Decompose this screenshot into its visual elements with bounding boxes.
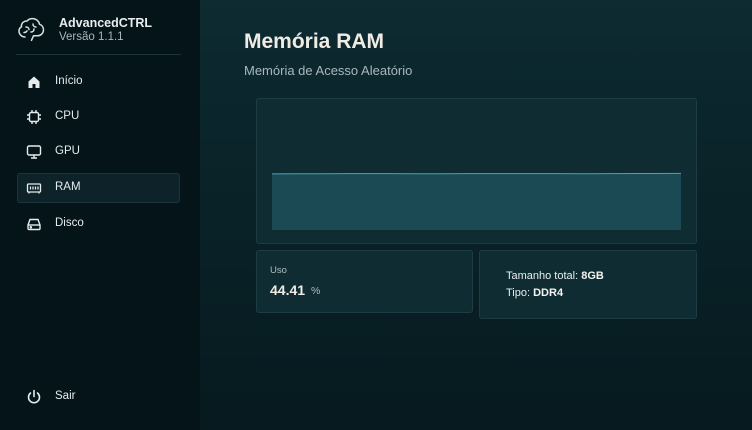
memory-icon bbox=[26, 183, 42, 194]
sidebar-item-label: GPU bbox=[55, 145, 80, 157]
brand: AdvancedCTRL Versão 1.1.1 bbox=[16, 13, 182, 53]
sidebar-item-gpu[interactable]: GPU bbox=[17, 137, 180, 167]
usage-card: Uso 44.41 % bbox=[256, 250, 473, 313]
sidebar-item-ram[interactable]: RAM bbox=[17, 173, 180, 203]
sidebar-item-cpu[interactable]: CPU bbox=[17, 102, 180, 132]
total-size-row: Tamanho total: 8GB bbox=[506, 270, 604, 282]
disk-icon bbox=[27, 218, 41, 231]
app-name: AdvancedCTRL bbox=[59, 16, 153, 30]
app-version: Versão 1.1.1 bbox=[59, 31, 124, 43]
home-icon bbox=[28, 76, 40, 88]
brain-logo-icon bbox=[18, 17, 45, 42]
usage-label: Uso bbox=[270, 265, 287, 276]
ram-usage-chart bbox=[271, 172, 682, 230]
sidebar: AdvancedCTRL Versão 1.1.1 Início CPU GPU bbox=[0, 0, 200, 430]
memory-info-card: Tamanho total: 8GB Tipo: DDR4 bbox=[479, 250, 697, 319]
page-title: Memória RAM bbox=[244, 30, 385, 53]
cpu-icon bbox=[27, 110, 41, 124]
memory-type-row: Tipo: DDR4 bbox=[506, 287, 563, 299]
power-icon bbox=[27, 389, 41, 404]
ram-usage-area bbox=[272, 173, 681, 230]
memory-type-label: Tipo: bbox=[506, 287, 531, 299]
sidebar-item-label: RAM bbox=[55, 181, 81, 193]
total-size-label: Tamanho total: bbox=[506, 270, 579, 282]
ram-usage-chart-card bbox=[256, 98, 697, 244]
sidebar-item-disco[interactable]: Disco bbox=[17, 209, 180, 239]
sidebar-divider bbox=[16, 54, 181, 55]
main-content: Memória RAM Memória de Acesso Aleatório … bbox=[200, 0, 752, 430]
logout-label: Sair bbox=[55, 390, 76, 402]
ram-usage-line bbox=[271, 172, 682, 175]
usage-unit: % bbox=[311, 285, 321, 297]
logout-button[interactable]: Sair bbox=[17, 382, 180, 412]
sidebar-item-label: Início bbox=[55, 75, 83, 87]
memory-type-value: DDR4 bbox=[533, 287, 564, 299]
usage-value: 44.41 bbox=[270, 282, 306, 298]
sidebar-item-inicio[interactable]: Início bbox=[17, 67, 180, 97]
sidebar-item-label: Disco bbox=[55, 217, 84, 229]
page-subtitle: Memória de Acesso Aleatório bbox=[244, 63, 413, 78]
total-size-value: 8GB bbox=[581, 270, 604, 282]
sidebar-item-label: CPU bbox=[55, 110, 80, 122]
monitor-icon bbox=[26, 145, 42, 159]
